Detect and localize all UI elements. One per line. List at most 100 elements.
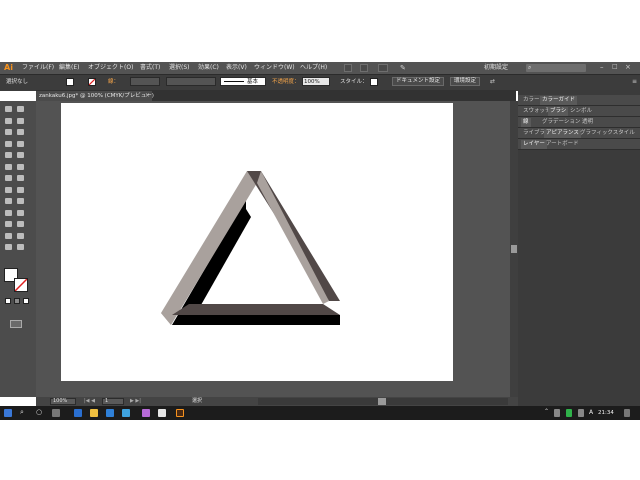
artboard-tool-icon[interactable] [17,244,24,250]
tray-app-icon[interactable] [566,409,572,417]
panel-tab-graphic-styles[interactable]: グラフィックスタイル [578,129,637,138]
none-mode-button[interactable] [23,298,29,304]
chrome-icon[interactable] [158,409,166,417]
curvature-tool-icon[interactable] [17,129,24,135]
panel-tab-transparency[interactable]: 透明 [580,118,595,127]
artboard-nav-next-icon[interactable]: ▶ ▶| [130,398,141,405]
preferences-button[interactable]: 環境設定 [450,77,481,86]
paintbrush-tool-icon[interactable] [17,152,24,158]
artboard-nav-prev-icon[interactable]: |◀ ◀ [84,398,95,405]
graphic-style-swatch[interactable] [370,78,378,86]
type-tool-icon[interactable] [5,140,12,147]
perspective-tool-icon[interactable] [5,209,12,216]
clock-time[interactable]: 21:34 [598,409,614,417]
arrange-icon[interactable]: ⇄ [490,78,500,86]
variable-width-profile[interactable] [166,77,216,86]
menu-object[interactable]: オブジェクト(O) [88,64,133,72]
symbol-sprayer-tool-icon[interactable] [17,232,24,239]
panel-tab-appearance[interactable]: アピアランス [544,129,581,138]
file-explorer-icon[interactable] [90,409,98,417]
document-tab[interactable]: zankaku6.jpg* @ 100% (CMYK/プレビュー) [36,91,154,101]
artboard-number-field[interactable]: 1 [102,398,124,405]
menu-type[interactable]: 書式(T) [140,64,160,72]
menu-file[interactable]: ファイル(F) [22,64,54,72]
pencil-tool-icon[interactable] [17,163,24,170]
pen-tool-icon[interactable] [5,129,12,135]
lasso-tool-icon[interactable] [17,117,24,124]
volume-icon[interactable] [578,409,584,417]
app-icon[interactable] [142,409,150,417]
gpu-performance-icon[interactable]: ✎ [400,64,410,72]
zoom-field[interactable]: 100% [50,398,76,405]
rectangle-tool-icon[interactable] [5,152,12,158]
magic-wand-tool-icon[interactable] [5,117,12,124]
menu-select[interactable]: 選択(S) [169,64,190,72]
workspace-switcher[interactable]: 初期設定 [484,64,508,72]
maximize-icon[interactable]: □ [612,63,618,70]
panel-tab-symbols[interactable]: シンボル [568,107,594,116]
close-icon[interactable]: × [625,63,631,71]
gradient-mode-button[interactable] [14,298,20,304]
shaper-tool-icon[interactable] [5,163,12,170]
blend-tool-icon[interactable] [5,232,12,239]
mail-icon[interactable] [122,409,130,417]
document-setup-button[interactable]: ドキュメント設定 [392,77,445,86]
vertical-scroll-thumb[interactable] [511,245,517,253]
menu-edit[interactable]: 編集(E) [59,64,79,72]
brush-definition[interactable] [220,77,266,86]
ime-indicator[interactable]: A [589,409,593,417]
network-icon[interactable] [554,409,560,417]
search-icon[interactable]: ⌕ [20,408,24,417]
edge-icon[interactable] [74,409,82,417]
menu-help[interactable]: ヘルプ(H) [300,64,327,72]
selection-status: 選択なし [6,79,29,85]
panel-tab-brushes[interactable]: ブラシ [548,107,569,116]
panel-tab-layers[interactable]: レイヤー [521,140,547,149]
artboard[interactable] [61,103,453,381]
scale-tool-icon[interactable] [5,186,12,193]
stroke-color-swatch[interactable] [14,278,28,292]
gradient-tool-icon[interactable] [5,221,12,227]
panel-tab-gradient[interactable]: グラデーション [540,118,582,127]
menu-window[interactable]: ウィンドウ(W) [254,64,295,72]
panel-tab-artboards[interactable]: アートボード [544,140,581,149]
graph-tool-icon[interactable] [5,244,12,250]
selection-tool-icon[interactable] [5,106,12,112]
width-tool-icon[interactable] [17,186,24,193]
cortana-icon[interactable]: ○ [36,408,42,416]
arrange-documents-icon[interactable] [378,64,388,72]
line-tool-icon[interactable] [17,140,24,147]
store-icon[interactable] [106,409,114,417]
eraser-tool-icon[interactable] [5,175,12,181]
screen-mode-icon[interactable] [10,320,22,328]
control-bar-menu-icon[interactable]: ≡ [632,78,638,86]
panel-tab-color-guide[interactable]: カラーガイド [540,96,578,105]
stroke-weight-field[interactable] [130,77,160,86]
menu-view[interactable]: 表示(V) [226,64,247,72]
start-icon[interactable] [4,409,12,417]
menu-effect[interactable]: 効果(C) [198,64,219,72]
notification-icon[interactable] [624,409,630,417]
stroke-swatch[interactable] [88,78,96,86]
impossible-triangle-artwork[interactable] [61,103,453,381]
stock-icon[interactable] [360,64,368,72]
eyedropper-tool-icon[interactable] [17,221,24,227]
task-view-icon[interactable] [52,409,60,417]
illustrator-taskbar-icon[interactable] [176,409,184,417]
panel-tab-color[interactable]: カラー [521,96,542,105]
panel-tab-stroke[interactable]: 線 [521,118,531,127]
minimize-icon[interactable]: – [600,63,604,71]
tray-chevron-icon[interactable]: ⌃ [544,408,549,415]
rotate-tool-icon[interactable] [17,175,24,181]
status-mode[interactable]: 選択 [192,398,202,405]
mesh-tool-icon[interactable] [17,209,24,216]
horizontal-scroll-thumb[interactable] [378,398,386,405]
fill-swatch[interactable] [66,78,74,86]
tab-close-icon[interactable]: × [145,91,150,101]
shape-builder-tool-icon[interactable] [17,198,24,204]
direct-selection-tool-icon[interactable] [17,106,24,112]
color-mode-button[interactable] [5,298,11,304]
bridge-icon[interactable] [344,64,352,72]
search-input[interactable] [526,64,586,72]
free-transform-tool-icon[interactable] [5,198,12,204]
